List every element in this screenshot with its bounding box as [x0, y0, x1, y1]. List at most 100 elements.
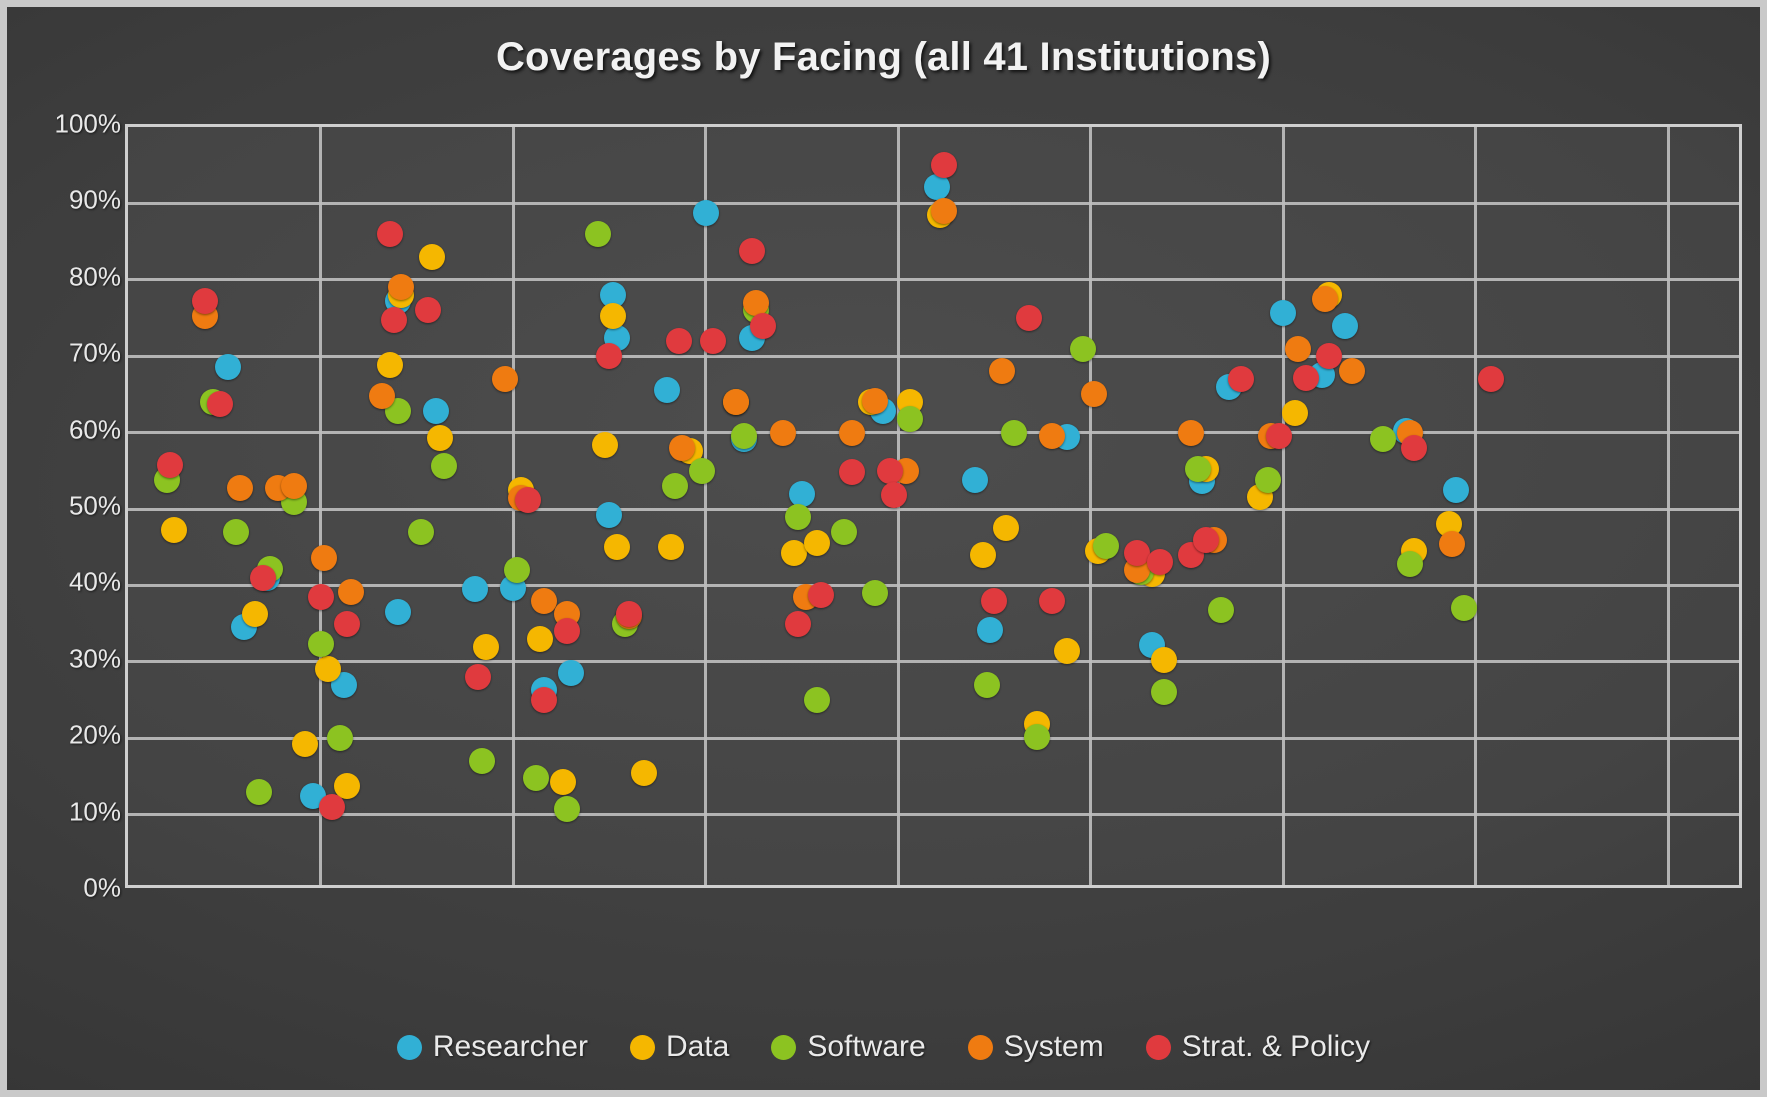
y-axis-tick-label: 70%	[68, 337, 121, 368]
gridline-vertical	[1474, 127, 1477, 885]
legend-item-system[interactable]: System	[967, 1030, 1104, 1064]
legend-item-label: Researcher	[432, 1030, 588, 1063]
gridline-vertical	[1281, 127, 1285, 885]
data-point	[553, 618, 580, 645]
data-point	[1185, 455, 1212, 482]
data-point	[1208, 596, 1235, 623]
data-point	[804, 687, 831, 713]
data-point	[784, 610, 811, 637]
data-point	[769, 419, 796, 446]
data-point	[419, 243, 446, 270]
data-point	[973, 671, 1000, 698]
chart-frame: Coverages by Facing (all 41 Institutions…	[0, 0, 1767, 1097]
data-point	[665, 327, 692, 354]
data-point	[931, 198, 958, 225]
data-point	[1150, 679, 1177, 706]
data-point	[1177, 419, 1204, 446]
y-axis-tick-label: 40%	[68, 566, 121, 597]
y-axis-tick-label: 60%	[68, 414, 121, 445]
data-point	[596, 502, 623, 529]
data-point	[407, 518, 434, 545]
data-point	[530, 587, 557, 614]
data-point	[750, 312, 777, 339]
data-point	[1015, 305, 1042, 331]
data-point	[615, 601, 642, 628]
legend-swatch-icon	[1145, 1034, 1171, 1060]
data-point	[215, 353, 242, 380]
data-point	[1146, 549, 1173, 576]
data-point	[1254, 466, 1281, 493]
gridline-vertical	[1089, 127, 1092, 885]
data-point	[831, 518, 858, 545]
data-point	[245, 779, 272, 806]
data-point	[1331, 312, 1358, 339]
data-point	[280, 473, 307, 500]
data-point	[161, 517, 188, 544]
data-point	[838, 419, 865, 446]
legend-swatch-icon	[967, 1034, 993, 1060]
data-point	[723, 389, 750, 416]
data-point	[630, 760, 657, 787]
data-point	[334, 610, 361, 637]
gridline-horizontal	[128, 660, 1739, 664]
data-point	[1270, 300, 1296, 327]
data-point	[557, 660, 584, 687]
gridline-horizontal	[128, 354, 1739, 358]
gridline-horizontal	[128, 736, 1739, 740]
y-axis-tick-label: 20%	[68, 719, 121, 750]
data-point	[992, 515, 1019, 542]
data-point	[784, 503, 811, 530]
data-point	[1266, 422, 1293, 449]
legend-swatch-icon	[396, 1034, 422, 1060]
data-point	[415, 297, 442, 324]
data-point	[307, 583, 334, 610]
data-point	[430, 453, 457, 480]
data-point	[526, 625, 553, 652]
data-point	[222, 518, 249, 545]
data-point	[592, 431, 619, 458]
data-point	[657, 534, 684, 561]
data-point	[249, 564, 276, 591]
y-axis-tick-label: 80%	[68, 261, 121, 292]
data-point	[781, 540, 808, 567]
data-point	[861, 580, 888, 607]
data-point	[307, 631, 334, 658]
legend-item-researcher[interactable]: Researcher	[396, 1030, 588, 1064]
data-point	[207, 390, 234, 417]
legend-item-strat-policy[interactable]: Strat. & Policy	[1145, 1030, 1370, 1064]
data-point	[376, 220, 403, 247]
gridline-horizontal	[128, 507, 1739, 511]
data-point	[319, 793, 346, 820]
data-point	[1316, 343, 1343, 370]
y-axis-tick-label: 90%	[68, 184, 121, 215]
data-point	[1281, 399, 1308, 426]
legend-item-data[interactable]: Data	[629, 1030, 729, 1064]
data-point	[1227, 366, 1254, 393]
data-point	[503, 557, 530, 584]
legend-item-label: System	[1003, 1030, 1104, 1063]
data-point	[738, 237, 765, 264]
data-point	[1039, 587, 1065, 614]
y-axis-tick-label: 10%	[68, 796, 121, 827]
data-point	[931, 152, 958, 179]
data-point	[1285, 335, 1312, 362]
data-point	[242, 600, 269, 627]
data-point	[1339, 358, 1366, 385]
legend-swatch-icon	[771, 1034, 797, 1060]
y-axis-tick-label: 100%	[54, 108, 122, 139]
data-point	[988, 358, 1015, 385]
gridline-vertical	[319, 127, 322, 885]
data-point	[1081, 381, 1108, 408]
legend-item-label: Software	[807, 1030, 926, 1063]
data-point	[861, 387, 888, 414]
chart-legend: Researcher Data Software System Strat. & Pol…	[7, 1030, 1760, 1064]
data-point	[369, 382, 396, 409]
data-point	[1092, 532, 1119, 559]
gridline-horizontal	[128, 583, 1739, 587]
data-point	[1312, 285, 1339, 312]
chart-title: Coverages by Facing (all 41 Institutions…	[495, 35, 1272, 79]
data-point	[788, 480, 815, 507]
data-point	[981, 587, 1008, 614]
data-point	[380, 306, 407, 333]
legend-item-software[interactable]: Software	[771, 1030, 926, 1064]
